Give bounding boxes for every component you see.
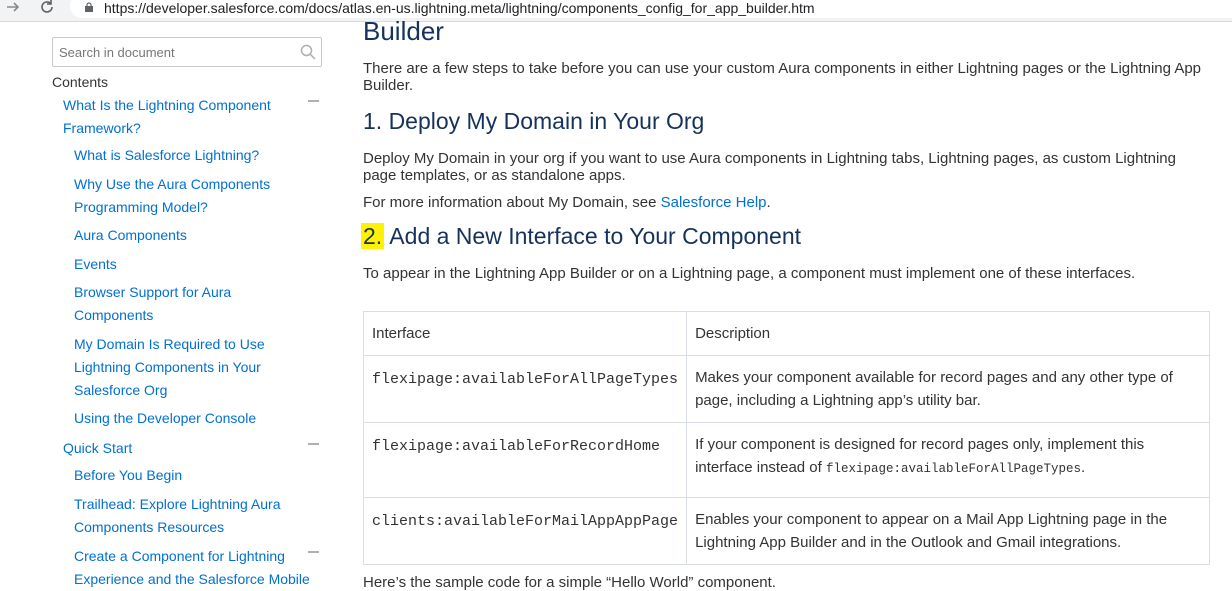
forward-button[interactable] [2, 0, 24, 19]
collapse-icon[interactable] [308, 551, 319, 553]
toc-item-aura-components[interactable]: Aura Components [74, 224, 324, 247]
reload-icon [41, 0, 53, 13]
search-icon[interactable] [300, 44, 316, 60]
deploy-paragraph: Deploy My Domain in your org if you want… [363, 150, 1176, 184]
main-content: Builder There are a few steps to take be… [340, 16, 1232, 591]
more-info-paragraph: For more information about My Domain, se… [363, 194, 1213, 211]
interface-description: If your component is designed for record… [686, 422, 1210, 498]
toc-item-what-is-framework[interactable]: What Is the Lightning Component Framewor… [63, 94, 303, 140]
sidebar: Contents What Is the Lightning Component… [0, 22, 340, 587]
url-text: https://developer.salesforce.com/docs/at… [104, 0, 815, 16]
toc-item-what-is-salesforce-lightning[interactable]: What is Salesforce Lightning? [74, 144, 324, 167]
table-row: flexipage:availableForAllPageTypes Makes… [362, 355, 1210, 423]
section-heading-add-interface: 2. Add a New Interface to Your Component [361, 223, 801, 250]
toc-item-quick-start[interactable]: Quick Start [63, 437, 303, 460]
search-box [52, 37, 322, 67]
toc-item-developer-console[interactable]: Using the Developer Console [74, 407, 324, 430]
lock-icon [85, 2, 93, 12]
toc-item-my-domain-required[interactable]: My Domain Is Required to Use Lightning C… [74, 333, 284, 402]
table-row: clients:availableForMailAppAppPage Enabl… [362, 497, 1210, 565]
reload-button[interactable] [36, 0, 58, 19]
toc-item-browser-support[interactable]: Browser Support for Aura Components [74, 281, 264, 327]
section-title-text: Add a New Interface to Your Component [384, 223, 802, 249]
more-info-text: For more information about My Domain, se… [363, 194, 661, 211]
contents-label: Contents [52, 74, 109, 90]
toc-item-trailhead[interactable]: Trailhead: Explore Lightning Aura Compon… [74, 493, 304, 539]
inline-code: flexipage:availableForAllPageTypes [825, 462, 1082, 476]
column-header-interface: Interface [362, 311, 688, 356]
salesforce-help-link[interactable]: Salesforce Help [661, 194, 767, 211]
section-heading-deploy-my-domain: 1. Deploy My Domain in Your Org [363, 108, 705, 134]
toc-item-create-component[interactable]: Create a Component for Lightning Experie… [74, 545, 324, 591]
column-header-description: Description [686, 311, 1210, 356]
table-header-row: Interface Description [362, 311, 1210, 356]
interface-description: Makes your component available for recor… [686, 355, 1210, 423]
collapse-icon[interactable] [308, 100, 319, 102]
table-row: flexipage:availableForRecordHome If your… [362, 422, 1210, 498]
description-suffix: . [1081, 459, 1086, 476]
highlighted-section-number: 2. [361, 223, 385, 249]
toc-item-events[interactable]: Events [74, 253, 324, 276]
collapse-icon[interactable] [308, 443, 319, 445]
page-title: Builder [363, 16, 444, 46]
more-info-suffix: . [766, 194, 771, 211]
toc-item-why-use-aura[interactable]: Why Use the Aura Components Programming … [74, 173, 294, 219]
browser-toolbar: https://developer.salesforce.com/docs/at… [0, 0, 1232, 22]
interface-description: Enables your component to appear on a Ma… [686, 497, 1210, 565]
interface-name: clients:availableForMailAppAppPage [362, 497, 688, 565]
interface-name: flexipage:availableForAllPageTypes [362, 355, 688, 423]
arrow-right-icon [7, 2, 20, 12]
search-input[interactable] [53, 38, 293, 66]
toc-item-before-you-begin[interactable]: Before You Begin [74, 464, 324, 487]
address-bar[interactable]: https://developer.salesforce.com/docs/at… [70, 0, 1232, 18]
interface-name: flexipage:availableForRecordHome [362, 422, 688, 498]
intro-paragraph: There are a few steps to take before you… [363, 60, 1202, 94]
interfaces-table: Interface Description flexipage:availabl… [362, 311, 1210, 565]
interface-paragraph: To appear in the Lightning App Builder o… [363, 265, 1136, 282]
truncated-paragraph: Here’s the sample code for a simple “Hel… [363, 574, 776, 591]
